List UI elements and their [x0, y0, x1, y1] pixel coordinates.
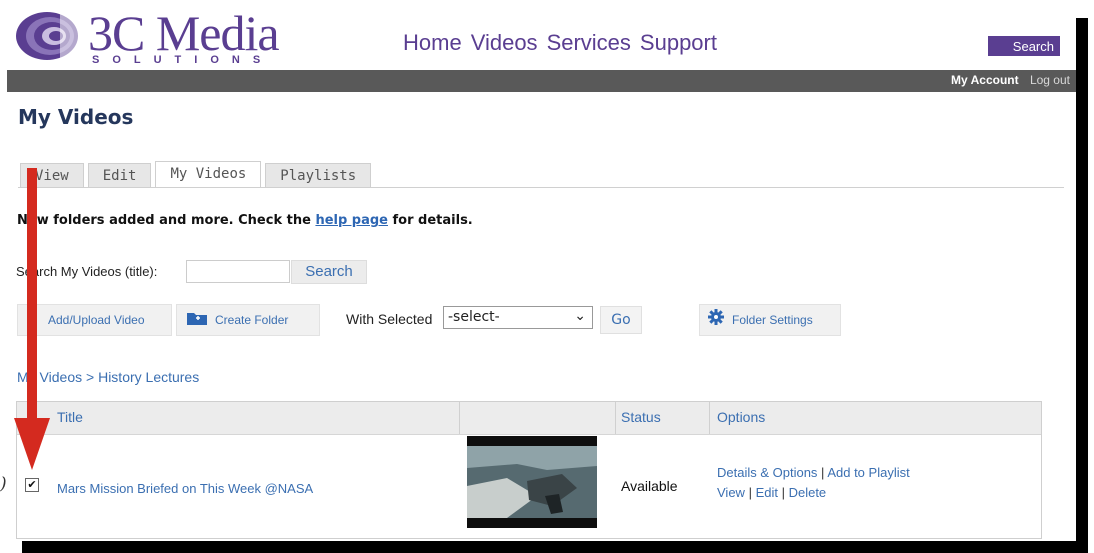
details-options-link[interactable]: Details & Options [717, 465, 817, 480]
tab-divider [18, 187, 1064, 188]
header-divider [615, 402, 616, 434]
header-search-button[interactable]: Search [988, 36, 1060, 56]
go-button[interactable]: Go [600, 306, 642, 334]
video-title-link[interactable]: Mars Mission Briefed on This Week @NASA [57, 481, 313, 496]
view-link[interactable]: View [717, 485, 745, 500]
folder-settings-label: Folder Settings [732, 313, 813, 327]
create-folder-label: Create Folder [215, 313, 289, 327]
notice-text: New folders added and more. Check the he… [17, 213, 473, 228]
breadcrumb-current: History Lectures [98, 369, 200, 385]
with-selected-select[interactable]: -select- ⌄ [443, 306, 593, 329]
screenshot-border-bottom [22, 541, 1088, 553]
breadcrumb-root[interactable]: My Videos [17, 369, 82, 385]
options-line-1: Details & Options | Add to Playlist [717, 465, 910, 480]
screenshot-border-right [1076, 18, 1088, 553]
pipe-separator: | [777, 485, 789, 500]
search-label: Search My Videos (title): [16, 264, 158, 279]
folder-settings-button[interactable]: Folder Settings [699, 304, 841, 336]
nav-videos[interactable]: Videos [471, 30, 538, 56]
pipe-separator: | [744, 485, 756, 500]
add-upload-label: Add/Upload Video [48, 313, 145, 327]
thumbnail-image [467, 436, 597, 528]
options-line-2: View | Edit | Delete [717, 485, 826, 500]
page-title: My Videos [18, 105, 134, 129]
search-input[interactable] [186, 260, 290, 283]
videos-table: Title Status Options ✔ Mars Mission Brie… [16, 401, 1042, 539]
help-page-link[interactable]: help page [315, 213, 388, 228]
notice-prefix: New folders added and more. Check the [17, 213, 316, 228]
header-divider [709, 402, 710, 434]
breadcrumb: My Videos > History Lectures [17, 369, 199, 385]
nav-services[interactable]: Services [547, 30, 631, 56]
with-selected-label: With Selected [346, 311, 433, 327]
header-status[interactable]: Status [621, 402, 661, 434]
breadcrumb-separator: > [82, 369, 99, 385]
nav-home[interactable]: Home [403, 30, 462, 56]
add-upload-video-button[interactable]: Add/Upload Video [17, 304, 172, 336]
page: 3C Media SOLUTIONS Home Videos Services … [0, 0, 1076, 541]
row-checkbox[interactable]: ✔ [25, 478, 39, 492]
delete-link[interactable]: Delete [789, 485, 827, 500]
logo-swirl-icon [16, 10, 80, 62]
logout-link[interactable]: Log out [1030, 73, 1070, 87]
top-navigation: Home Videos Services Support [403, 30, 717, 56]
notice-suffix: for details. [388, 213, 473, 228]
header-options: Options [717, 409, 766, 425]
margin-mark: ) [0, 474, 7, 494]
create-folder-button[interactable]: Create Folder [176, 304, 320, 336]
my-account-link[interactable]: My Account [951, 73, 1019, 87]
folder-plus-icon [187, 306, 207, 336]
nav-support[interactable]: Support [640, 30, 717, 56]
header-divider [459, 402, 460, 434]
tab-view[interactable]: View [20, 163, 84, 187]
header-title[interactable]: Title [57, 402, 83, 434]
with-selected-value: -select- [448, 309, 500, 325]
search-button[interactable]: Search [291, 260, 367, 284]
tab-playlists[interactable]: Playlists [265, 163, 372, 187]
pipe-separator: | [817, 465, 828, 480]
edit-link[interactable]: Edit [756, 485, 778, 500]
video-thumbnail[interactable] [467, 436, 597, 528]
video-status: Available [621, 478, 678, 494]
account-bar: My Account Log out [7, 70, 1076, 92]
tab-edit[interactable]: Edit [87, 163, 152, 187]
add-to-playlist-link[interactable]: Add to Playlist [827, 465, 909, 480]
table-header: Title Status Options [17, 402, 1041, 435]
tab-my-videos[interactable]: My Videos [155, 161, 262, 187]
brand-tagline: SOLUTIONS [92, 54, 274, 66]
chevron-down-icon: ⌄ [574, 308, 586, 324]
tab-bar: View Edit My Videos Playlists [20, 161, 372, 187]
header-search-input[interactable] [846, 37, 988, 56]
gear-icon [708, 306, 724, 336]
